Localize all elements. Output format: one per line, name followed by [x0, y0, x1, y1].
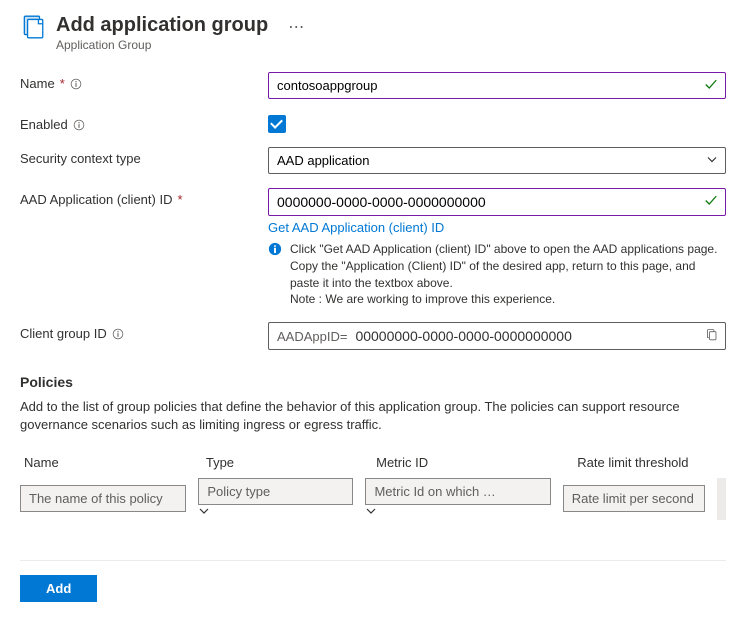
aad-help-text: Click "Get AAD Application (client) ID" …: [290, 241, 726, 308]
required-mark: *: [60, 76, 65, 91]
aad-app-id-label: AAD Application (client) ID *: [20, 188, 268, 207]
more-actions-button[interactable]: ⋯: [288, 20, 304, 36]
chevron-down-icon: [198, 505, 210, 520]
info-icon: [268, 241, 282, 308]
policy-name-input[interactable]: [20, 485, 186, 512]
col-header-type: Type: [206, 455, 364, 470]
col-header-metric: Metric ID: [376, 455, 565, 470]
footer-divider: [20, 560, 726, 561]
client-group-id-field: AADAppID= 00000000-0000-0000-0000000000: [268, 322, 726, 350]
check-icon: [704, 194, 718, 211]
security-context-label: Security context type: [20, 147, 268, 166]
client-group-id-value: 00000000-0000-0000-0000000000: [355, 328, 571, 344]
info-icon[interactable]: [70, 78, 82, 90]
page-title: Add application group: [56, 14, 268, 37]
app-group-icon: [20, 14, 46, 43]
col-header-name: Name: [24, 455, 194, 470]
policies-input-row: Policy type Metric Id on which …: [20, 478, 726, 520]
enabled-checkbox[interactable]: [268, 115, 286, 133]
aad-app-id-input[interactable]: [268, 188, 726, 216]
enabled-label: Enabled: [20, 113, 268, 132]
policies-table-header: Name Type Metric ID Rate limit threshold: [20, 455, 726, 470]
info-icon[interactable]: [112, 328, 124, 340]
policies-title: Policies: [20, 374, 726, 390]
policies-description: Add to the list of group policies that d…: [20, 398, 726, 434]
security-context-select[interactable]: AAD application: [268, 147, 726, 174]
page-subtitle: Application Group: [56, 38, 268, 52]
get-aad-app-id-link[interactable]: Get AAD Application (client) ID: [268, 220, 444, 235]
copy-icon[interactable]: [705, 328, 718, 344]
info-icon[interactable]: [73, 119, 85, 131]
add-button[interactable]: Add: [20, 575, 97, 602]
chevron-down-icon: [706, 153, 718, 168]
chevron-down-icon: [365, 505, 377, 520]
col-header-rate: Rate limit threshold: [577, 455, 722, 470]
name-label: Name *: [20, 72, 268, 91]
client-group-id-label: Client group ID: [20, 322, 268, 341]
row-end-spacer: [717, 478, 726, 520]
policy-rate-input[interactable]: [563, 485, 705, 512]
page-header: Add application group Application Group …: [20, 14, 726, 52]
check-icon: [704, 77, 718, 94]
client-group-id-prefix: AADAppID=: [277, 329, 347, 344]
required-mark: *: [177, 192, 182, 207]
policy-metric-select[interactable]: Metric Id on which …: [365, 478, 550, 505]
name-input[interactable]: [268, 72, 726, 99]
policy-type-select[interactable]: Policy type: [198, 478, 353, 505]
